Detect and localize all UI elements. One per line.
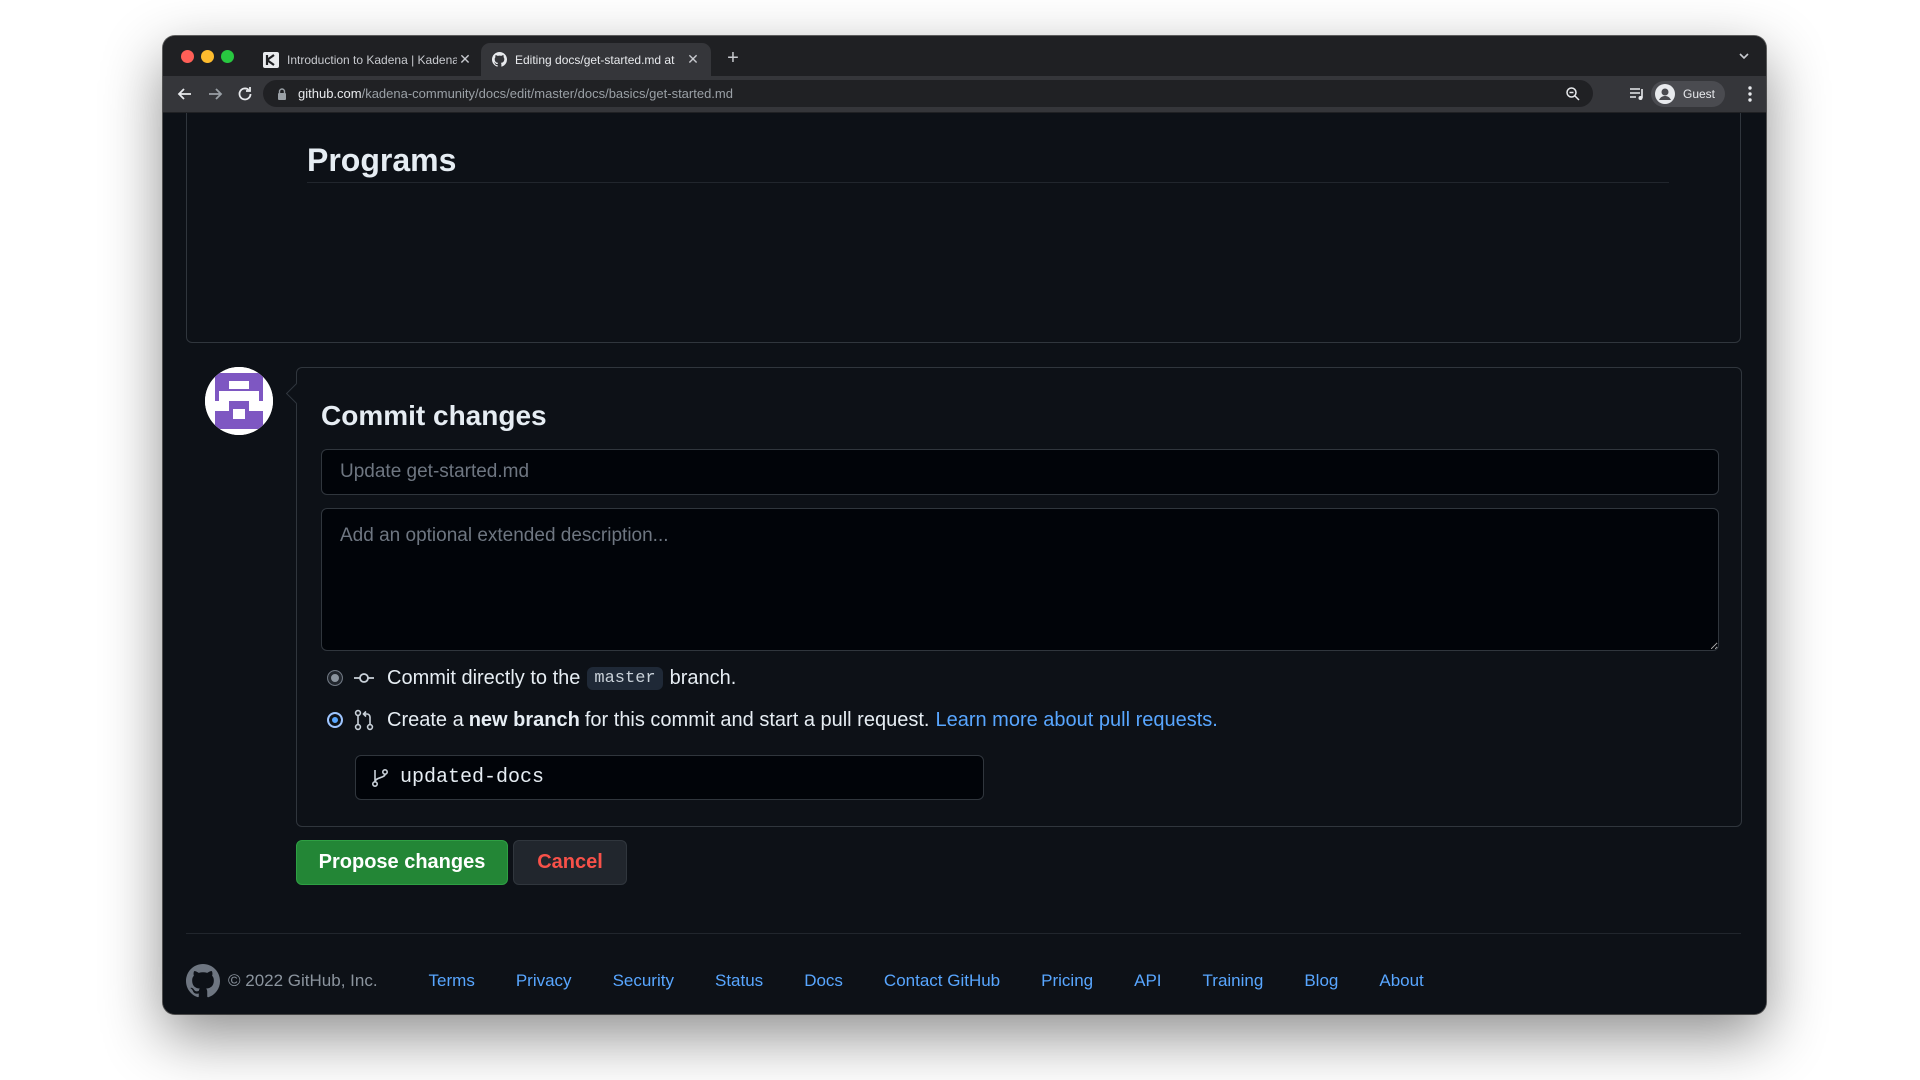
commit-icon: [354, 673, 374, 683]
commit-form: Commit changes Commit directly to the ma…: [285, 367, 1742, 827]
footer-link-docs[interactable]: Docs: [804, 971, 843, 991]
browser-window: Introduction to Kadena | Kadena ✕ Editin…: [163, 36, 1766, 1014]
browser-toolbar: github.com/kadena-community/docs/edit/ma…: [163, 76, 1766, 113]
github-mark-icon[interactable]: [186, 964, 220, 998]
tab-kadena[interactable]: Introduction to Kadena | Kadena ✕: [253, 43, 483, 76]
branch-icon: [371, 768, 389, 787]
url-path: /kadena-community/docs/edit/master/docs/…: [361, 86, 733, 101]
close-window-button[interactable]: [181, 50, 194, 63]
maximize-window-button[interactable]: [221, 50, 234, 63]
commit-direct-radio[interactable]: [327, 670, 343, 686]
branch-chip: master: [587, 666, 663, 690]
zoom-icon[interactable]: [1565, 86, 1581, 102]
propose-changes-button[interactable]: Propose changes: [296, 840, 508, 885]
profile-label: Guest: [1683, 87, 1716, 101]
url-text: github.com/kadena-community/docs/edit/ma…: [298, 86, 733, 101]
forward-arrow-icon[interactable]: [205, 84, 225, 104]
back-arrow-icon[interactable]: [175, 84, 195, 104]
footer-link-api[interactable]: API: [1134, 971, 1161, 991]
option-text: Commit directly to the: [387, 666, 581, 689]
markdown-preview: Programs: [186, 113, 1741, 343]
new-tab-icon[interactable]: +: [719, 44, 747, 72]
footer-link-about[interactable]: About: [1379, 971, 1423, 991]
commit-summary-input[interactable]: [321, 449, 1719, 495]
commit-direct-option[interactable]: Commit directly to the master branch.: [327, 665, 736, 691]
footer-link-security[interactable]: Security: [613, 971, 674, 991]
option-text: Create a: [387, 708, 464, 731]
guest-profile-icon: [1655, 84, 1675, 104]
footer-link-privacy[interactable]: Privacy: [516, 971, 572, 991]
preview-heading: Programs: [307, 142, 457, 178]
minimize-window-button[interactable]: [201, 50, 214, 63]
site-footer: © 2022 GitHub, Inc. Terms Privacy Securi…: [186, 963, 1465, 999]
option-text: for this commit and start a pull request…: [584, 708, 930, 731]
profile-button[interactable]: Guest: [1651, 81, 1726, 107]
commit-description-input[interactable]: [321, 508, 1719, 651]
heading-rule: [307, 182, 1669, 183]
footer-link-blog[interactable]: Blog: [1304, 971, 1338, 991]
pull-request-icon: [354, 709, 374, 731]
avatar[interactable]: [205, 367, 273, 435]
lock-icon[interactable]: [275, 87, 289, 101]
branch-name-value: updated-docs: [400, 766, 545, 789]
footer-link-pricing[interactable]: Pricing: [1041, 971, 1093, 991]
commit-title: Commit changes: [321, 400, 547, 431]
comment-caret: [285, 382, 308, 405]
learn-more-link[interactable]: Learn more about pull requests.: [935, 709, 1217, 732]
tab-close-icon[interactable]: ✕: [457, 51, 473, 68]
address-bar[interactable]: github.com/kadena-community/docs/edit/ma…: [263, 80, 1593, 107]
footer-divider: [186, 933, 1741, 934]
kadena-favicon-icon: [263, 51, 279, 68]
tab-strip: Introduction to Kadena | Kadena ✕ Editin…: [163, 36, 1766, 76]
tab-close-icon[interactable]: ✕: [685, 51, 701, 68]
branch-name-input[interactable]: updated-docs: [355, 755, 984, 800]
page-content: Programs Commit changes Commit di: [163, 113, 1766, 1014]
copyright-text: © 2022 GitHub, Inc.: [228, 971, 378, 990]
tab-search-icon[interactable]: [1736, 48, 1752, 64]
new-branch-radio[interactable]: [327, 712, 343, 728]
option-text: branch.: [669, 666, 737, 689]
tab-github-editing[interactable]: Editing docs/get-started.md at ✕: [481, 43, 711, 76]
cancel-button[interactable]: Cancel: [513, 840, 627, 885]
url-host: github.com: [298, 86, 362, 101]
kebab-menu-icon[interactable]: [1740, 84, 1760, 104]
option-bold-text: new branch: [468, 708, 580, 731]
media-control-icon[interactable]: [1627, 84, 1647, 104]
reload-icon[interactable]: [235, 84, 255, 104]
tab-title: Introduction to Kadena | Kadena: [287, 52, 457, 67]
new-branch-option[interactable]: Create a new branch for this commit and …: [327, 707, 1218, 733]
tab-title: Editing docs/get-started.md at: [515, 52, 675, 67]
footer-link-terms[interactable]: Terms: [429, 971, 475, 991]
footer-link-status[interactable]: Status: [715, 971, 763, 991]
footer-link-training[interactable]: Training: [1203, 971, 1264, 991]
github-favicon-icon: [491, 52, 507, 68]
footer-link-contact[interactable]: Contact GitHub: [884, 971, 1000, 991]
